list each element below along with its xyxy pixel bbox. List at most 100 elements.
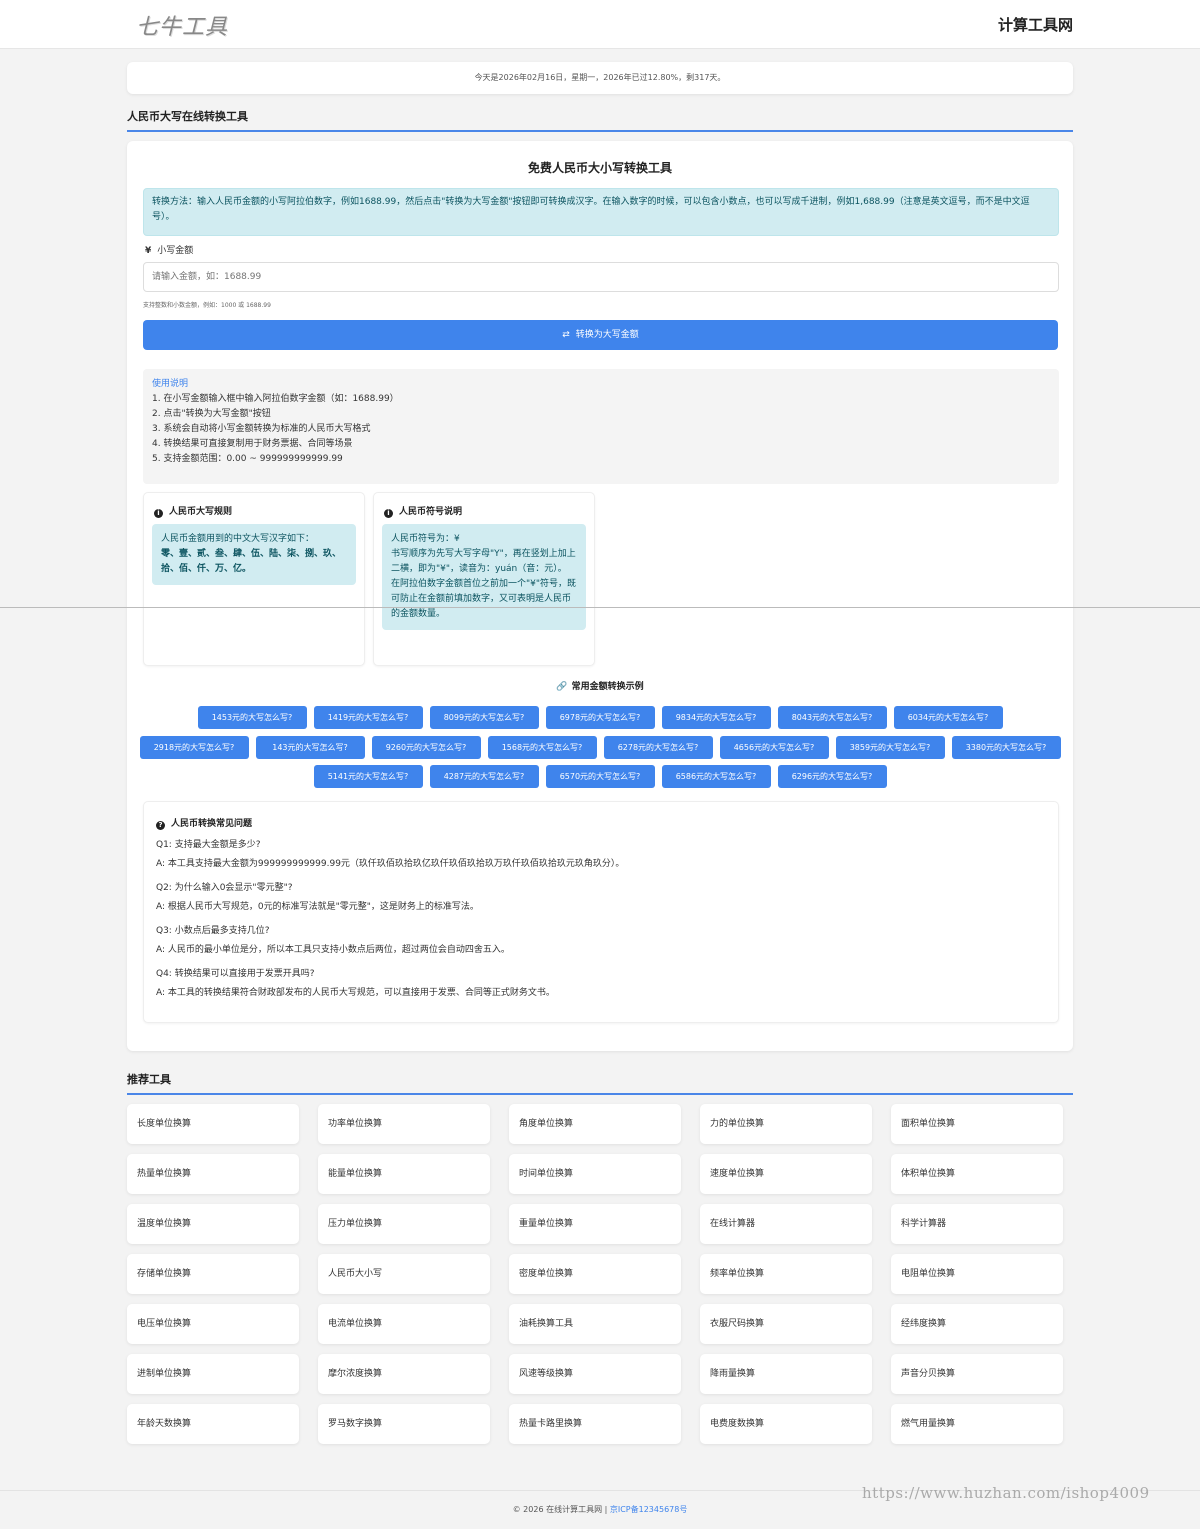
- faq-answer: A: 本工具支持最大金额为999999999999.99元（玖仟玖佰玖拾玖亿玖仟…: [156, 859, 625, 869]
- faq-question: Q4: 转换结果可以直接用于发票开具吗?: [156, 969, 315, 979]
- tool-link[interactable]: 压力单位换算: [318, 1204, 490, 1244]
- rules-chars: 零、壹、贰、叁、肆、伍、陆、柒、捌、玖、拾、佰、仟、万、亿。: [161, 549, 342, 574]
- rules-heading: i 人民币大写规则: [154, 504, 232, 518]
- tool-link[interactable]: 人民币大小写: [318, 1254, 490, 1294]
- tool-link[interactable]: 体积单位换算: [891, 1154, 1063, 1194]
- example-link[interactable]: 3380元的大写怎么写?: [951, 736, 1061, 759]
- tool-link[interactable]: 声音分贝换算: [891, 1354, 1063, 1394]
- examples-row: 5141元的大写怎么写? 4287元的大写怎么写? 6570元的大写怎么写? 6…: [127, 765, 1073, 788]
- tool-link[interactable]: 电阻单位换算: [891, 1254, 1063, 1294]
- amount-label-text: 小写金额: [157, 246, 194, 256]
- conversion-tip: 转换方法：输入人民币金额的小写阿拉伯数字，例如1688.99，然后点击"转换为大…: [143, 188, 1059, 236]
- symbol-line: 书写顺序为先写大写字母"Y"，再在竖划上加上二横，即为"¥"，读音为：yuán（…: [391, 549, 576, 574]
- examples-heading: 🔗 常用金额转换示例: [127, 679, 1073, 692]
- tool-link[interactable]: 经纬度换算: [891, 1304, 1063, 1344]
- tool-link[interactable]: 热量单位换算: [127, 1154, 299, 1194]
- usage-instructions: 使用说明 1. 在小写金额输入框中输入阿拉伯数字金额（如：1688.99） 2.…: [143, 369, 1059, 484]
- example-link[interactable]: 6586元的大写怎么写?: [661, 765, 771, 788]
- faq-question: Q3: 小数点后最多支持几位?: [156, 926, 270, 936]
- usage-title: 使用说明: [152, 379, 189, 389]
- example-link[interactable]: 6978元的大写怎么写?: [545, 706, 655, 729]
- tool-link[interactable]: 电流单位换算: [318, 1304, 490, 1344]
- faq-answer: A: 人民币的最小单位是分，所以本工具只支持小数点后两位，超过两位会自动四舍五入…: [156, 945, 510, 955]
- tool-link[interactable]: 温度单位换算: [127, 1204, 299, 1244]
- tool-link[interactable]: 长度单位换算: [127, 1104, 299, 1144]
- tool-link[interactable]: 能量单位换算: [318, 1154, 490, 1194]
- tool-link[interactable]: 摩尔浓度换算: [318, 1354, 490, 1394]
- rules-card: i 人民币大写规则 人民币金额用到的中文大写汉字如下： 零、壹、贰、叁、肆、伍、陆…: [143, 492, 365, 666]
- example-link[interactable]: 4287元的大写怎么写?: [429, 765, 539, 788]
- watermark: https://www.huzhan.com/ishop4009: [862, 1484, 1150, 1502]
- info-icon: i: [384, 509, 393, 518]
- example-link[interactable]: 5141元的大写怎么写?: [313, 765, 423, 788]
- recommended-heading: 推荐工具: [127, 1071, 1073, 1095]
- horizontal-divider: [0, 607, 1200, 608]
- faq-item: Q4: 转换结果可以直接用于发票开具吗? A: 本工具的转换结果符合财政部发布的…: [156, 965, 555, 1003]
- symbol-heading: i 人民币符号说明: [384, 504, 462, 518]
- tool-link[interactable]: 年龄天数换算: [127, 1404, 299, 1444]
- info-icon: i: [154, 509, 163, 518]
- tool-link[interactable]: 面积单位换算: [891, 1104, 1063, 1144]
- amount-hint: 支持整数和小数金额，例如：1000 或 1688.99: [143, 302, 271, 309]
- example-link[interactable]: 9834元的大写怎么写?: [661, 706, 771, 729]
- question-icon: ?: [156, 821, 165, 830]
- tool-link[interactable]: 降雨量换算: [700, 1354, 872, 1394]
- faq-item: Q1: 支持最大金额是多少? A: 本工具支持最大金额为999999999999…: [156, 836, 624, 874]
- converter-card: 免费人民币大小写转换工具 转换方法：输入人民币金额的小写阿拉伯数字，例如1688…: [127, 141, 1073, 1051]
- example-link[interactable]: 2918元的大写怎么写?: [139, 736, 249, 759]
- tool-link[interactable]: 速度单位换算: [700, 1154, 872, 1194]
- tool-link[interactable]: 角度单位换算: [509, 1104, 681, 1144]
- tool-link[interactable]: 功率单位换算: [318, 1104, 490, 1144]
- tool-link[interactable]: 重量单位换算: [509, 1204, 681, 1244]
- tool-link[interactable]: 罗马数字换算: [318, 1404, 490, 1444]
- usage-item: 1. 在小写金额输入框中输入阿拉伯数字金额（如：1688.99）: [152, 394, 399, 404]
- tool-link[interactable]: 存储单位换算: [127, 1254, 299, 1294]
- symbol-line: 人民币符号为：¥: [391, 534, 460, 544]
- example-link[interactable]: 143元的大写怎么写?: [255, 736, 365, 759]
- example-link[interactable]: 3859元的大写怎么写?: [835, 736, 945, 759]
- usage-item: 3. 系统会自动将小写金额转换为标准的人民币大写格式: [152, 424, 371, 434]
- tool-link[interactable]: 进制单位换算: [127, 1354, 299, 1394]
- tool-link[interactable]: 科学计算器: [891, 1204, 1063, 1244]
- convert-button[interactable]: ⇄ 转换为大写金额: [143, 320, 1058, 350]
- example-link[interactable]: 1568元的大写怎么写?: [487, 736, 597, 759]
- link-icon: 🔗: [556, 682, 568, 692]
- faq-item: Q3: 小数点后最多支持几位? A: 人民币的最小单位是分，所以本工具只支持小数…: [156, 922, 510, 960]
- rules-intro: 人民币金额用到的中文大写汉字如下：: [161, 534, 315, 544]
- footer-icp-link[interactable]: 京ICP备12345678号: [610, 1505, 688, 1514]
- example-link[interactable]: 6570元的大写怎么写?: [545, 765, 655, 788]
- example-link[interactable]: 6034元的大写怎么写?: [893, 706, 1003, 729]
- tool-link[interactable]: 时间单位换算: [509, 1154, 681, 1194]
- tool-link[interactable]: 力的单位换算: [700, 1104, 872, 1144]
- site-logo[interactable]: 七牛工具: [136, 9, 228, 41]
- example-link[interactable]: 1453元的大写怎么写?: [197, 706, 307, 729]
- examples-row: 2918元的大写怎么写? 143元的大写怎么写? 9260元的大写怎么写? 15…: [127, 736, 1073, 759]
- faq-heading: ? 人民币转换常见问题: [156, 816, 252, 830]
- date-info-bar: 今天是2026年02月16日，星期一，2026年已过12.80%，剩317天。: [127, 62, 1073, 94]
- rules-body: 人民币金额用到的中文大写汉字如下： 零、壹、贰、叁、肆、伍、陆、柒、捌、玖、拾、…: [152, 524, 356, 585]
- amount-input[interactable]: [143, 262, 1059, 292]
- tool-link[interactable]: 燃气用量换算: [891, 1404, 1063, 1444]
- tool-link[interactable]: 频率单位换算: [700, 1254, 872, 1294]
- examples-row: 1453元的大写怎么写? 1419元的大写怎么写? 8099元的大写怎么写? 6…: [127, 706, 1073, 729]
- convert-button-label: 转换为大写金额: [575, 330, 639, 340]
- example-link[interactable]: 9260元的大写怎么写?: [371, 736, 481, 759]
- site-name-link[interactable]: 计算工具网: [998, 14, 1073, 35]
- example-link[interactable]: 6296元的大写怎么写?: [777, 765, 887, 788]
- example-link[interactable]: 8099元的大写怎么写?: [429, 706, 539, 729]
- faq-answer: A: 本工具的转换结果符合财政部发布的人民币大写规范，可以直接用于发票、合同等正…: [156, 988, 555, 998]
- tool-link[interactable]: 密度单位换算: [509, 1254, 681, 1294]
- tool-link[interactable]: 风速等级换算: [509, 1354, 681, 1394]
- example-link[interactable]: 6278元的大写怎么写?: [603, 736, 713, 759]
- example-link[interactable]: 8043元的大写怎么写?: [777, 706, 887, 729]
- example-link[interactable]: 4656元的大写怎么写?: [719, 736, 829, 759]
- symbol-line: 在阿拉伯数字金额首位之前加一个"¥"符号，既可防止在金额前填加数字，又可表明是人…: [391, 579, 577, 619]
- top-navbar: 七牛工具 计算工具网: [0, 0, 1200, 49]
- example-link[interactable]: 1419元的大写怎么写?: [313, 706, 423, 729]
- tool-link[interactable]: 电压单位换算: [127, 1304, 299, 1344]
- tool-link[interactable]: 在线计算器: [700, 1204, 872, 1244]
- tool-link[interactable]: 电费度数换算: [700, 1404, 872, 1444]
- tool-link[interactable]: 衣服尺码换算: [700, 1304, 872, 1344]
- tool-link[interactable]: 油耗换算工具: [509, 1304, 681, 1344]
- tool-link[interactable]: 热量卡路里换算: [509, 1404, 681, 1444]
